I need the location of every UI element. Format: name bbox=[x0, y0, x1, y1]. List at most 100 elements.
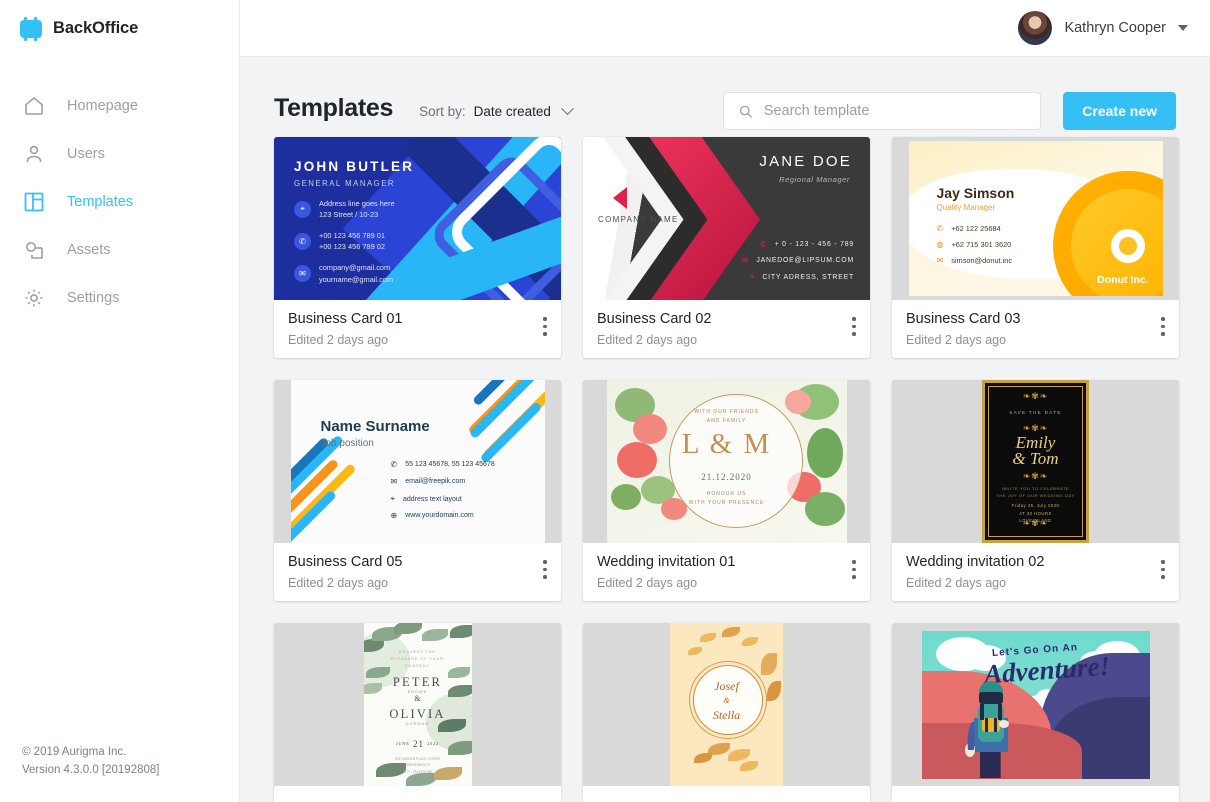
user-menu[interactable]: Kathryn Cooper bbox=[1018, 11, 1188, 45]
more-vertical-icon[interactable] bbox=[852, 317, 856, 340]
sidebar-item-users[interactable]: Users bbox=[0, 130, 239, 178]
preview-email: email@freepik.com bbox=[405, 478, 466, 485]
ornament-icon: ❧✾❧ bbox=[1022, 471, 1049, 481]
preview-role: Regional Manager bbox=[779, 175, 850, 184]
sidebar-nav: Homepage Users Templates Assets Settings bbox=[0, 82, 239, 322]
sidebar-item-homepage[interactable]: Homepage bbox=[0, 82, 239, 130]
sidebar-item-assets[interactable]: Assets bbox=[0, 226, 239, 274]
preview-names: Emily & Tom bbox=[1012, 433, 1059, 469]
preview-date: 21.12.2020 bbox=[701, 472, 752, 482]
preview-name: JOHN BUTLER bbox=[294, 159, 415, 174]
app-root: BackOffice Homepage Users Templates Asse… bbox=[0, 0, 1210, 802]
user-icon bbox=[26, 145, 42, 162]
location-icon: ⌖ bbox=[294, 200, 311, 218]
template-card[interactable]: ❧✾❧ SAVE THE DATE ❧✾❧ Emily & Tom ❧✾❧ IN… bbox=[892, 380, 1179, 601]
template-card[interactable]: WITH OUR FRIENDS AND FAMILY L & M 21.12.… bbox=[583, 380, 870, 601]
template-subtitle: Edited 2 days ago bbox=[597, 575, 698, 590]
sidebar-item-label: Settings bbox=[67, 289, 120, 306]
preview-monogram: L & M bbox=[681, 428, 772, 460]
location-icon: ⌖ bbox=[750, 272, 756, 281]
search-box[interactable] bbox=[723, 92, 1042, 130]
preview-website: www.yourdomain.com bbox=[405, 512, 474, 519]
preview-address: address text layout bbox=[403, 495, 462, 503]
copyright-text: © 2019 Aurigma Inc. bbox=[22, 746, 127, 759]
preview-date-day: 21 bbox=[412, 739, 424, 749]
brand[interactable]: BackOffice bbox=[0, 0, 239, 57]
assets-icon bbox=[26, 242, 43, 259]
chevron-down-icon[interactable] bbox=[1178, 25, 1188, 31]
template-card-footer: Wedding invitation 01 Edited 2 days ago bbox=[583, 543, 870, 601]
template-subtitle: Edited 2 days ago bbox=[906, 332, 1007, 347]
topbar: Kathryn Cooper bbox=[240, 0, 1210, 57]
template-thumbnail: COMPANY NAME JANE DOE Regional Manager ✆… bbox=[583, 137, 870, 300]
sidebar-item-settings[interactable]: Settings bbox=[0, 274, 239, 322]
gear-icon bbox=[25, 289, 43, 307]
preview-amp: & bbox=[723, 696, 730, 705]
preview-date-month: JUNE bbox=[396, 741, 410, 746]
template-thumbnail: Donut Inc. Jay Simson Quality Manager ✆ +… bbox=[892, 137, 1179, 300]
chevron-down-icon[interactable] bbox=[561, 101, 574, 115]
avatar bbox=[1018, 11, 1053, 45]
preview-name2: OLIVIA bbox=[389, 707, 446, 721]
template-thumbnail: Josef & Stella bbox=[583, 623, 870, 786]
version-text: Version 4.3.0.0 [20192808] bbox=[22, 764, 160, 777]
preview-save-the-date: SAVE THE DATE bbox=[1009, 410, 1062, 415]
template-card[interactable]: COMPANY NAME JANE DOE Regional Manager ✆… bbox=[583, 137, 870, 358]
template-card-footer: Business Card 03 Edited 2 days ago bbox=[892, 300, 1179, 358]
sidebar-item-label: Homepage bbox=[67, 97, 138, 114]
sidebar-item-label: Templates bbox=[67, 193, 134, 210]
preview-name: Name Surname bbox=[320, 418, 430, 435]
preview-role: Job position bbox=[320, 438, 374, 449]
globe-icon: ⊕ bbox=[390, 511, 398, 520]
page-title: Templates bbox=[274, 93, 394, 122]
sidebar-item-templates[interactable]: Templates bbox=[0, 178, 239, 226]
template-card[interactable]: JOHN BUTLER GENERAL MANAGER ⌖ Address lin… bbox=[274, 137, 561, 358]
template-card-footer bbox=[892, 786, 1179, 802]
preview-email: company@gmail.com yourname@gmail.com bbox=[319, 263, 394, 284]
template-title: Wedding invitation 02 bbox=[906, 554, 1045, 570]
template-card[interactable]: Donut Inc. Jay Simson Quality Manager ✆ +… bbox=[892, 137, 1179, 358]
template-card[interactable]: Let's Go On An Adventure! bbox=[892, 623, 1179, 802]
template-thumbnail: ❧✾❧ SAVE THE DATE ❧✾❧ Emily & Tom ❧✾❧ IN… bbox=[892, 380, 1179, 543]
sort-value[interactable]: Date created bbox=[474, 104, 551, 119]
template-thumbnail: Let's Go On An Adventure! bbox=[892, 623, 1179, 786]
template-thumbnail: JOHN BUTLER GENERAL MANAGER ⌖ Address lin… bbox=[274, 137, 561, 300]
preview-role: Quality Manager bbox=[936, 203, 996, 212]
template-card[interactable]: Josef & Stella bbox=[583, 623, 870, 802]
main-area: Kathryn Cooper Templates Sort by: Date c… bbox=[240, 0, 1210, 802]
template-thumbnail: REQUEST THE PLEASURE OF YOUR COMPANY PET… bbox=[274, 623, 561, 786]
create-new-button[interactable]: Create new bbox=[1063, 92, 1176, 130]
mail-icon: ✉ bbox=[294, 265, 311, 283]
template-title: Business Card 05 bbox=[288, 554, 403, 570]
preview-name1: PETER bbox=[392, 675, 443, 689]
mail-icon: ✉ bbox=[390, 477, 398, 486]
sort-control[interactable]: Sort by: Date created bbox=[419, 98, 574, 119]
user-name: Kathryn Cooper bbox=[1064, 20, 1166, 36]
template-card[interactable]: REQUEST THE PLEASURE OF YOUR COMPANY PET… bbox=[274, 623, 561, 802]
brand-name: BackOffice bbox=[53, 19, 139, 37]
preview-name: JANE DOE bbox=[759, 153, 852, 170]
preview-top-text: WITH OUR FRIENDS AND FAMILY bbox=[694, 409, 759, 424]
sidebar-item-label: Assets bbox=[67, 241, 111, 258]
more-vertical-icon[interactable] bbox=[1161, 560, 1165, 583]
preview-name2: Stella bbox=[712, 708, 741, 722]
more-vertical-icon[interactable] bbox=[1161, 317, 1165, 340]
ornament-icon: ❧✾❧ bbox=[1022, 391, 1049, 401]
template-card-footer: Business Card 05 Edited 2 days ago bbox=[274, 543, 561, 601]
more-vertical-icon[interactable] bbox=[543, 560, 547, 583]
preview-whatsapp: +62 715 301 3620 bbox=[951, 240, 1012, 249]
template-card[interactable]: Name Surname Job position ✆ 55 123 45678,… bbox=[274, 380, 561, 601]
sidebar: BackOffice Homepage Users Templates Asse… bbox=[0, 0, 240, 802]
more-vertical-icon[interactable] bbox=[852, 560, 856, 583]
sidebar-footer: © 2019 Aurigma Inc. Version 4.3.0.0 [201… bbox=[22, 744, 159, 780]
location-icon: ⌖ bbox=[390, 494, 396, 503]
template-title: Business Card 03 bbox=[906, 311, 1021, 327]
whatsapp-icon: ◍ bbox=[936, 240, 944, 249]
preview-company: COMPANY NAME bbox=[598, 215, 679, 224]
template-subtitle: Edited 2 days ago bbox=[288, 332, 389, 347]
template-card-footer bbox=[583, 786, 870, 802]
search-input[interactable] bbox=[763, 103, 1027, 119]
preview-address: Address line goes here 123 Street / 10-2… bbox=[319, 199, 395, 220]
more-vertical-icon[interactable] bbox=[543, 317, 547, 340]
template-title: Business Card 02 bbox=[597, 311, 712, 327]
